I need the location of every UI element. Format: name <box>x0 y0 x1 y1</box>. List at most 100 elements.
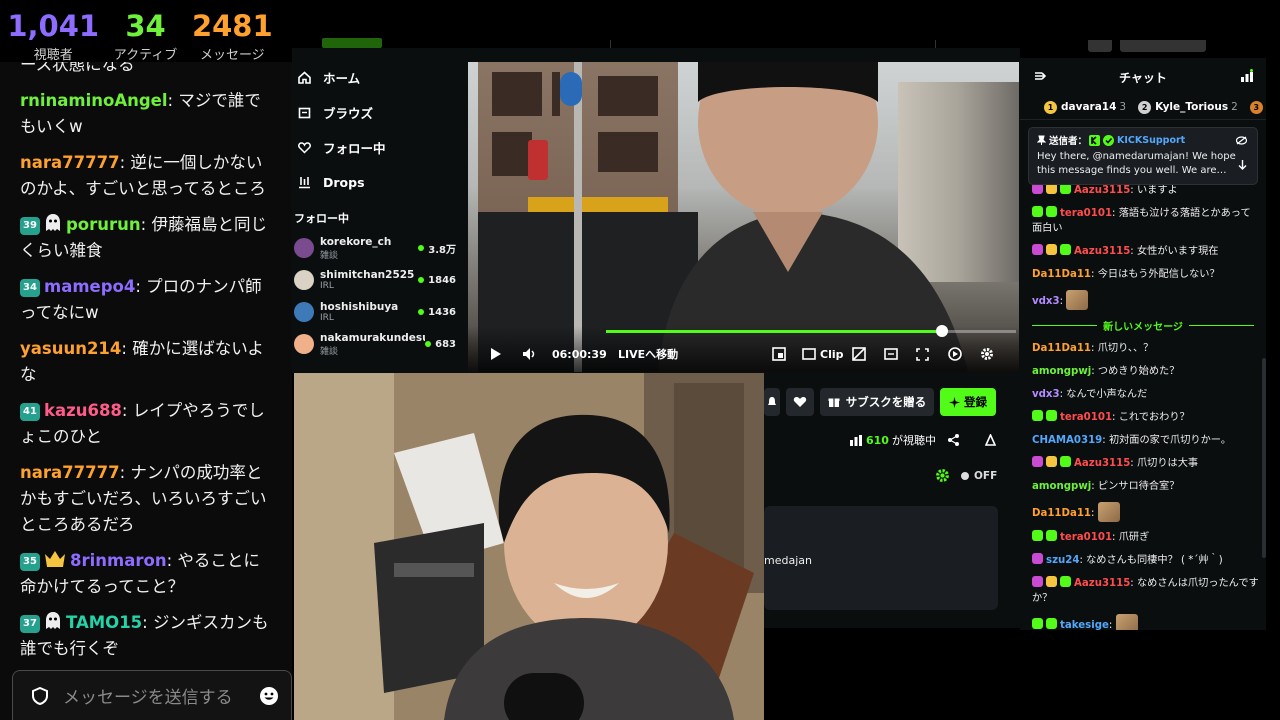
following-channel-item[interactable]: nakamurakundesu 雑談 683 <box>292 328 464 360</box>
chat-username[interactable]: Aazu3115 <box>1074 458 1130 469</box>
chat-message: takesige: <box>1032 610 1266 630</box>
chat-settings-row: OFF <box>935 468 997 483</box>
gifter-rank: 2 <box>1138 101 1152 114</box>
collapse-chat-icon[interactable] <box>1034 70 1046 82</box>
top-gifter[interactable]: 3A <box>1249 101 1266 114</box>
avatar <box>294 334 314 354</box>
chat-username[interactable]: tera0101 <box>1060 412 1112 423</box>
emoji-icon[interactable] <box>259 686 279 706</box>
channel-viewers: 1436 <box>418 307 456 318</box>
colon: : <box>1130 246 1137 257</box>
pinned-sender: KICKSupport <box>1117 134 1186 146</box>
subscribe-button[interactable]: 登録 <box>940 388 996 416</box>
viewer-count-row: 610 が視聴中 <box>850 432 996 448</box>
header-account-button[interactable] <box>1120 40 1206 52</box>
chat-username[interactable]: takesige <box>1060 620 1109 630</box>
channel-viewer-count: 3.8万 <box>428 244 456 256</box>
volume-button[interactable] <box>522 344 538 364</box>
theater-button[interactable] <box>772 344 786 364</box>
chat-panel: チャット 1davara143 2Kyle_Torious2 3A 送信者： KIC… <box>1020 58 1266 630</box>
clip-icon <box>802 348 816 360</box>
favorite-button[interactable] <box>786 388 814 416</box>
subscriber-badge: 39 <box>20 217 40 235</box>
badge-icon <box>1046 576 1057 587</box>
chat-username[interactable]: Aazu3115 <box>1074 185 1130 196</box>
share-icon[interactable] <box>947 434 959 446</box>
report-icon[interactable] <box>984 434 996 446</box>
badge-icon <box>1032 410 1043 421</box>
top-gifter[interactable]: 1 davara14 3 <box>1044 101 1126 114</box>
settings-button[interactable] <box>980 344 994 364</box>
sidebar-item-label: フォロー中 <box>323 141 386 156</box>
quality-button[interactable] <box>852 344 866 364</box>
chat-message-text: つめきり始めた？ <box>1097 366 1180 377</box>
top-gifter[interactable]: 2 Kyle_Torious 2 <box>1138 101 1238 114</box>
header-icon-button[interactable] <box>1088 40 1112 52</box>
sidebar-item-label: ブラウズ <box>323 106 374 121</box>
channel-actions: サブスクを贈る 登録 <box>764 388 996 416</box>
pinned-prefix: 送信者： <box>1049 136 1088 147</box>
overlay-message: nara77777: 逆に一個しかないのかよ、すごいと思ってるところ <box>20 150 274 202</box>
chat-username[interactable]: Aazu3115 <box>1074 246 1130 257</box>
chat-username[interactable]: amongpwj <box>1032 481 1091 492</box>
chat-username[interactable]: tera0101 <box>1060 532 1112 543</box>
gift-subscription-button[interactable]: サブスクを贈る <box>820 388 934 416</box>
chat-scrollbar[interactable] <box>1262 358 1266 558</box>
chat-username[interactable]: vdx3 <box>1032 296 1060 307</box>
following-channel-item[interactable]: shimitchan2525 IRL 1846 <box>292 264 464 296</box>
fullscreen-button[interactable] <box>916 344 929 364</box>
kick-logo[interactable] <box>322 38 382 48</box>
chat-username[interactable]: CHAMA0319 <box>1032 435 1102 446</box>
progress-knob[interactable] <box>936 325 949 337</box>
sidebar-item-drops[interactable]: Drops <box>292 165 464 200</box>
shield-icon[interactable] <box>31 686 49 705</box>
gear-icon[interactable] <box>935 468 950 483</box>
chat-message-text: これでおわり？ <box>1118 412 1190 423</box>
captions-button[interactable] <box>884 344 898 364</box>
colon: : <box>1102 435 1109 446</box>
chat-username[interactable]: amongpwj <box>1032 366 1091 377</box>
chat-username[interactable]: Da11Da11 <box>1032 269 1091 280</box>
chat-users-icon[interactable] <box>1240 69 1254 83</box>
chat-username[interactable]: Aazu3115 <box>1074 578 1130 589</box>
sidebar-item-browse[interactable]: ブラウズ <box>292 95 464 130</box>
play-button[interactable] <box>490 344 502 364</box>
progress-bar[interactable] <box>606 325 1016 337</box>
expand-icon[interactable] <box>1238 160 1247 170</box>
notify-button[interactable] <box>764 388 780 416</box>
chat-title: チャット <box>1119 70 1167 85</box>
browse-icon <box>298 107 311 119</box>
chat-message-text: 初対面の家で爪切りかー。 <box>1108 435 1232 446</box>
hide-icon[interactable] <box>1236 136 1247 145</box>
go-live-button[interactable]: LIVEへ移動 <box>618 344 678 364</box>
pip-button[interactable] <box>948 344 962 364</box>
stat-label: メッセージ <box>199 48 265 63</box>
chat-username[interactable]: szu24 <box>1046 555 1079 566</box>
pinned-message[interactable]: 送信者： KICKSupport Hey there, @namedarumaj… <box>1028 127 1258 185</box>
gift-icon <box>828 398 840 407</box>
chat-username[interactable]: vdx3 <box>1032 389 1060 400</box>
viewer-stat: 1,041 視聴者 <box>7 10 99 63</box>
chat-username[interactable]: Da11Da11 <box>1032 343 1091 354</box>
chat-header: チャット <box>1020 58 1266 96</box>
overlay-username: yasuun214 <box>20 339 122 358</box>
home-icon <box>298 71 311 84</box>
sidebar-item-home[interactable]: ホーム <box>292 60 464 95</box>
badge-icon <box>1032 553 1043 564</box>
chat-username[interactable]: Da11Da11 <box>1032 508 1091 519</box>
following-channel-item[interactable]: hoshishibuya IRL 1436 <box>292 296 464 328</box>
colon: : <box>1112 532 1119 543</box>
badge-icon <box>1032 618 1043 629</box>
toggle-off-label[interactable]: OFF <box>974 470 997 482</box>
overlay-message-input[interactable]: メッセージを送信する <box>12 670 292 720</box>
channel-category: IRL <box>320 281 334 291</box>
clip-button[interactable]: Clip <box>802 344 844 364</box>
chat-message: vdx3: <box>1032 286 1266 314</box>
ghost-icon <box>46 214 60 231</box>
sidebar-item-following[interactable]: フォロー中 <box>292 130 464 165</box>
following-channel-item[interactable]: korekore_ch 雑談 3.8万 <box>292 232 464 264</box>
chat-username[interactable]: tera0101 <box>1060 208 1112 219</box>
heart-icon <box>793 397 807 407</box>
colon: : <box>1130 458 1137 469</box>
chat-message-text: ピンサロ待合室？ <box>1097 481 1180 492</box>
